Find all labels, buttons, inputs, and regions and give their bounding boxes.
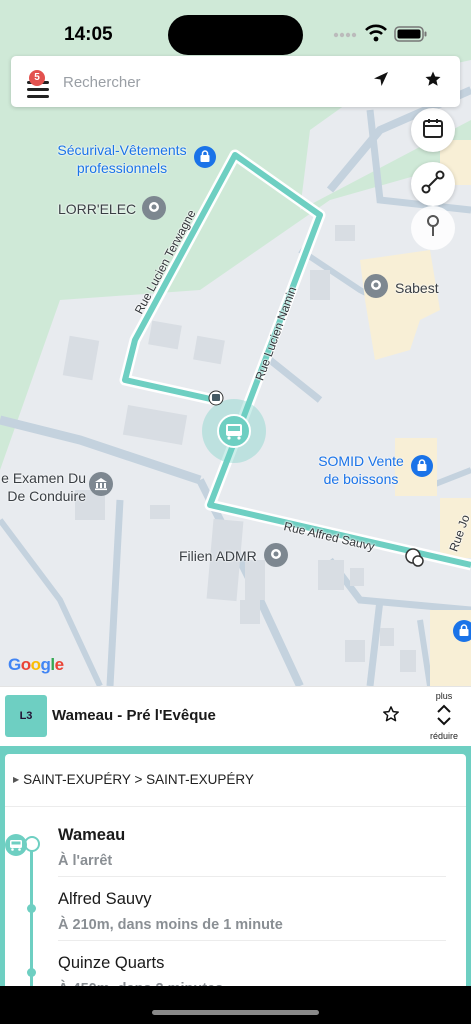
pin-icon[interactable] (264, 543, 288, 572)
menu-button[interactable]: 5 (23, 66, 59, 98)
poi-label-lorrelec[interactable]: LORR'ELEC (58, 200, 136, 218)
poi-text: Sécurival-Vêtements professionnels (57, 142, 187, 176)
direction-label: SAINT-EXUPÉRY > SAINT-EXUPÉRY (23, 772, 254, 787)
notification-badge: 5 (29, 70, 45, 86)
favorites-button[interactable] (418, 66, 448, 96)
line-name: Wameau - Pré l'Evêque (52, 707, 216, 724)
more-label: plus (435, 691, 453, 701)
direction-selector[interactable]: ▶ SAINT-EXUPÉRY > SAINT-EXUPÉRY (13, 772, 254, 787)
search-bar: 5 (11, 56, 460, 107)
star-icon (424, 70, 442, 93)
poi-text: e Examen Du De Conduire (1, 470, 86, 504)
poi-label-somid[interactable]: SOMID Vente de boissons (311, 452, 411, 488)
stop-item[interactable]: Wameau À l'arrêt (58, 826, 458, 890)
stop-dot (27, 904, 36, 913)
route-button[interactable] (411, 162, 455, 206)
app: Sécurival-Vêtements professionnels LORR'… (0, 0, 471, 1024)
stop-name: Quinze Quarts (58, 954, 165, 972)
shopping-bag-icon[interactable] (453, 620, 471, 647)
poi-text: SOMID Vente de boissons (318, 453, 404, 487)
chevron-up-down-icon (436, 704, 452, 731)
status-time: 14:05 (64, 24, 113, 45)
home-bar (0, 986, 471, 1024)
signal-icon (333, 28, 359, 47)
bus-icon (5, 834, 27, 856)
stop-pin-button[interactable] (411, 206, 455, 250)
line-badge: L3 (5, 695, 47, 737)
route-icon (420, 169, 446, 200)
pin-icon[interactable] (142, 196, 166, 225)
less-label: réduire (429, 731, 458, 741)
dynamic-island (168, 15, 303, 55)
divider (58, 940, 446, 941)
stop-info: À l'arrêt (58, 853, 113, 869)
home-indicator[interactable] (152, 1010, 319, 1015)
building-icon[interactable] (89, 472, 113, 501)
calendar-icon (421, 116, 445, 145)
favorite-line-button[interactable] (378, 703, 404, 729)
poi-label-filien[interactable]: Filien ADMR (179, 547, 257, 565)
pin-icon[interactable] (364, 274, 388, 303)
shopping-bag-icon[interactable] (194, 146, 216, 173)
navigation-arrow-icon (372, 70, 390, 93)
triangle-right-icon: ▶ (13, 775, 20, 784)
line-header: L3 Wameau - Pré l'Evêque plus réduire (0, 686, 471, 746)
stop-name: Alfred Sauvy (58, 890, 152, 908)
status-bar: 14:05 (0, 0, 471, 62)
stop-dot (27, 968, 36, 977)
poi-text: Sabest (395, 280, 439, 296)
stops-card: ▶ SAINT-EXUPÉRY > SAINT-EXUPÉRY Wameau À… (5, 754, 466, 994)
calendar-button[interactable] (411, 108, 455, 152)
poi-text: LORR'ELEC (58, 201, 137, 217)
poi-label-securival[interactable]: Sécurival-Vêtements professionnels (52, 141, 192, 177)
stop-info: À 210m, dans moins de 1 minute (58, 917, 283, 933)
stop-item[interactable]: Alfred Sauvy À 210m, dans moins de 1 min… (58, 890, 458, 954)
search-input[interactable] (63, 69, 323, 95)
wifi-icon (365, 24, 387, 47)
stop-name: Wameau (58, 826, 126, 844)
star-outline-icon (382, 705, 400, 728)
google-logo: Google (8, 655, 64, 674)
battery-icon (394, 25, 428, 48)
stops-panel: ▶ SAINT-EXUPÉRY > SAINT-EXUPÉRY Wameau À… (0, 746, 471, 1024)
poi-label-examen[interactable]: e Examen Du De Conduire (0, 469, 86, 505)
location-button[interactable] (366, 66, 396, 96)
divider (58, 876, 446, 877)
map-pin-icon (423, 213, 443, 244)
shopping-bag-icon[interactable] (411, 455, 433, 482)
poi-label-sabest[interactable]: Sabest (395, 279, 439, 297)
divider (5, 806, 466, 807)
poi-text: Filien ADMR (179, 548, 257, 564)
expand-toggle[interactable]: plus réduire (424, 691, 464, 745)
